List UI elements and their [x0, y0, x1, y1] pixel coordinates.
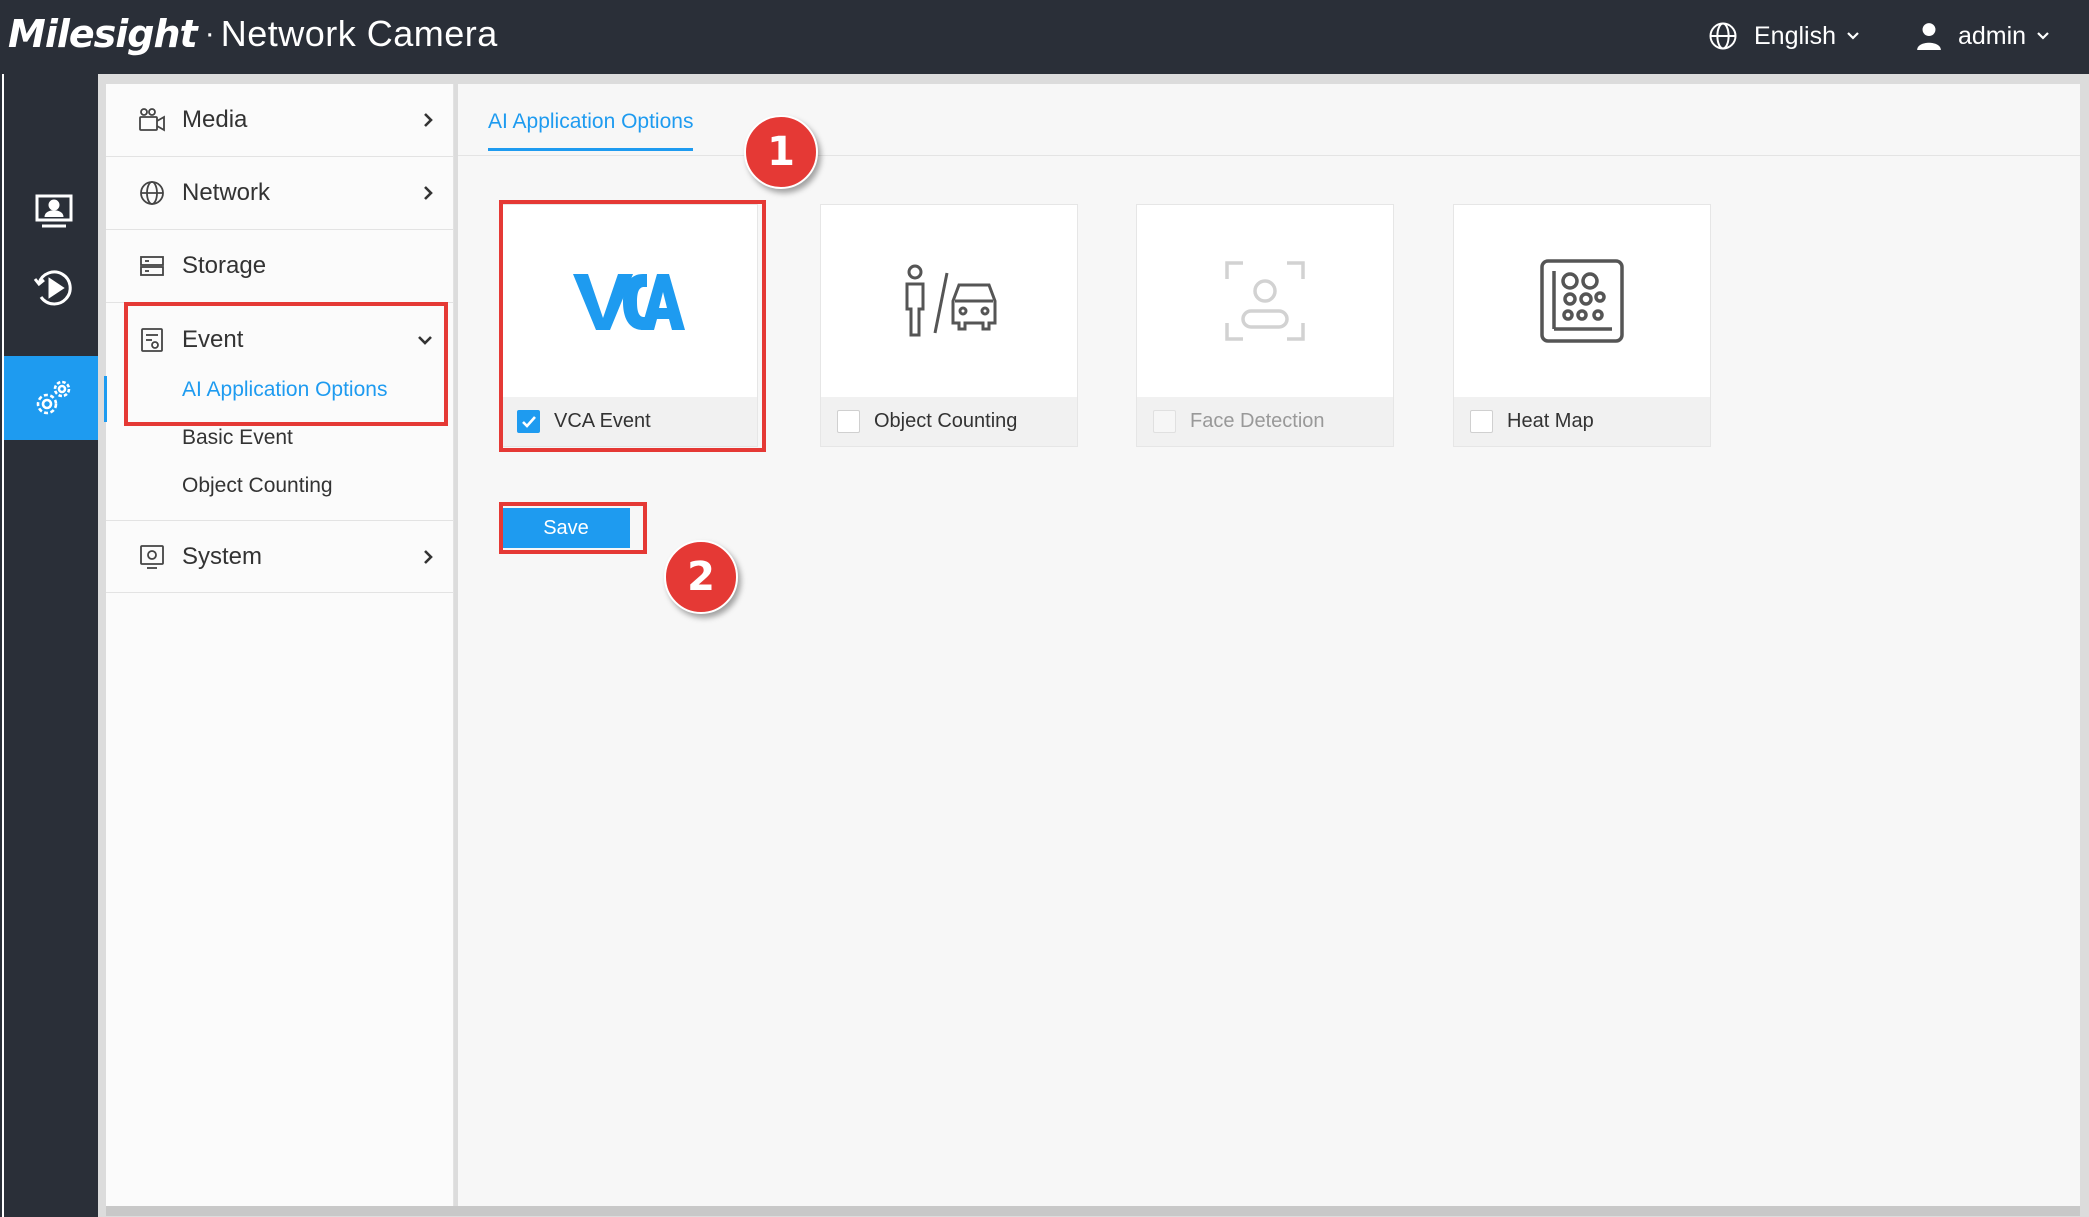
menu-item-network[interactable]: Network — [106, 157, 454, 230]
menu-item-system[interactable]: System — [106, 520, 454, 593]
globe-icon — [1709, 22, 1737, 50]
chevron-down-icon — [418, 335, 432, 345]
card-footer: Face Detection — [1137, 397, 1393, 446]
language-dropdown[interactable]: English — [1708, 14, 1860, 58]
heat-map-checkbox[interactable] — [1470, 410, 1493, 433]
user-icon — [1917, 23, 1941, 50]
menu-label-network: Network — [182, 179, 271, 206]
menu-item-event[interactable]: Event — [106, 303, 454, 376]
card-label: Face Detection — [1190, 410, 1325, 432]
menu-label-media: Media — [182, 106, 248, 133]
submenu-ai-application-options[interactable]: AI Application Options — [182, 378, 387, 402]
globe-icon — [140, 181, 164, 205]
submenu-basic-event[interactable]: Basic Event — [182, 426, 293, 450]
save-button[interactable]: Save — [502, 508, 630, 548]
menu-label-system: System — [182, 542, 263, 570]
user-dropdown[interactable]: admin — [1916, 14, 2050, 58]
face-detection-checkbox — [1153, 410, 1176, 433]
card-object-counting[interactable]: Object Counting — [820, 204, 1078, 447]
menu-label-storage: Storage — [182, 252, 267, 279]
user-label: admin — [1958, 21, 2027, 50]
menu-item-media[interactable]: Media — [106, 84, 454, 157]
card-vca-event[interactable]: VCA Event — [500, 204, 758, 447]
chevron-right-icon — [424, 549, 433, 564]
horizontal-scrollbar[interactable] — [106, 1206, 2080, 1216]
card-footer: Object Counting — [821, 397, 1077, 446]
monitor-icon — [35, 194, 73, 228]
icon-rail — [2, 74, 104, 1217]
card-label: VCA Event — [554, 410, 651, 432]
playback-icon — [33, 270, 72, 306]
tab-bar: AI Application Options — [458, 84, 2080, 156]
vca-event-checkbox[interactable] — [517, 410, 540, 433]
card-footer: VCA Event — [501, 397, 757, 446]
card-face-detection: Face Detection — [1136, 204, 1394, 447]
active-submenu-indicator — [104, 376, 107, 422]
tab-ai-application-options[interactable]: AI Application Options — [488, 110, 694, 151]
top-header: Milesight · Network Camera English admin — [0, 0, 2089, 74]
face-detection-icon — [1137, 205, 1393, 397]
rail-settings[interactable] — [4, 356, 104, 440]
menu-label-event: Event — [182, 325, 244, 353]
check-icon — [521, 415, 536, 428]
brand-separator: · — [204, 17, 215, 50]
system-icon — [140, 544, 164, 569]
app-window: Milesight · Network Camera English admin — [0, 0, 2089, 1217]
event-icon — [141, 327, 163, 352]
content-panel: AI Application Options VCA Event Object … — [458, 84, 2080, 1206]
chevron-right-icon — [424, 186, 433, 200]
step-badge-1: 1 — [744, 115, 818, 189]
submenu-object-counting[interactable]: Object Counting — [182, 474, 333, 498]
card-label: Heat Map — [1507, 410, 1594, 432]
vca-logo — [501, 205, 757, 397]
brand: Milesight · Network Camera — [8, 6, 498, 62]
brand-title: Network Camera — [220, 13, 498, 54]
rail-playback[interactable] — [4, 246, 104, 330]
gear-icon — [36, 380, 71, 415]
object-counting-checkbox[interactable] — [837, 410, 860, 433]
step-badge-2: 2 — [664, 540, 738, 614]
menu-item-storage[interactable]: Storage — [106, 230, 454, 303]
card-label: Object Counting — [874, 410, 1018, 432]
camera-icon — [139, 108, 165, 132]
card-heat-map[interactable]: Heat Map — [1453, 204, 1711, 447]
rail-live-view[interactable] — [4, 170, 104, 254]
settings-menu: Media Network Storage Event AI Applicati… — [106, 84, 454, 1206]
storage-icon — [140, 256, 164, 276]
chevron-right-icon — [424, 113, 433, 127]
brand-logo: Milesight — [8, 12, 198, 56]
language-label: English — [1754, 21, 1836, 50]
person-car-icon — [821, 205, 1077, 397]
chevron-down-icon — [2037, 32, 2049, 40]
chevron-down-icon — [1847, 32, 1859, 40]
card-footer: Heat Map — [1454, 397, 1710, 446]
heat-map-icon — [1454, 205, 1710, 397]
